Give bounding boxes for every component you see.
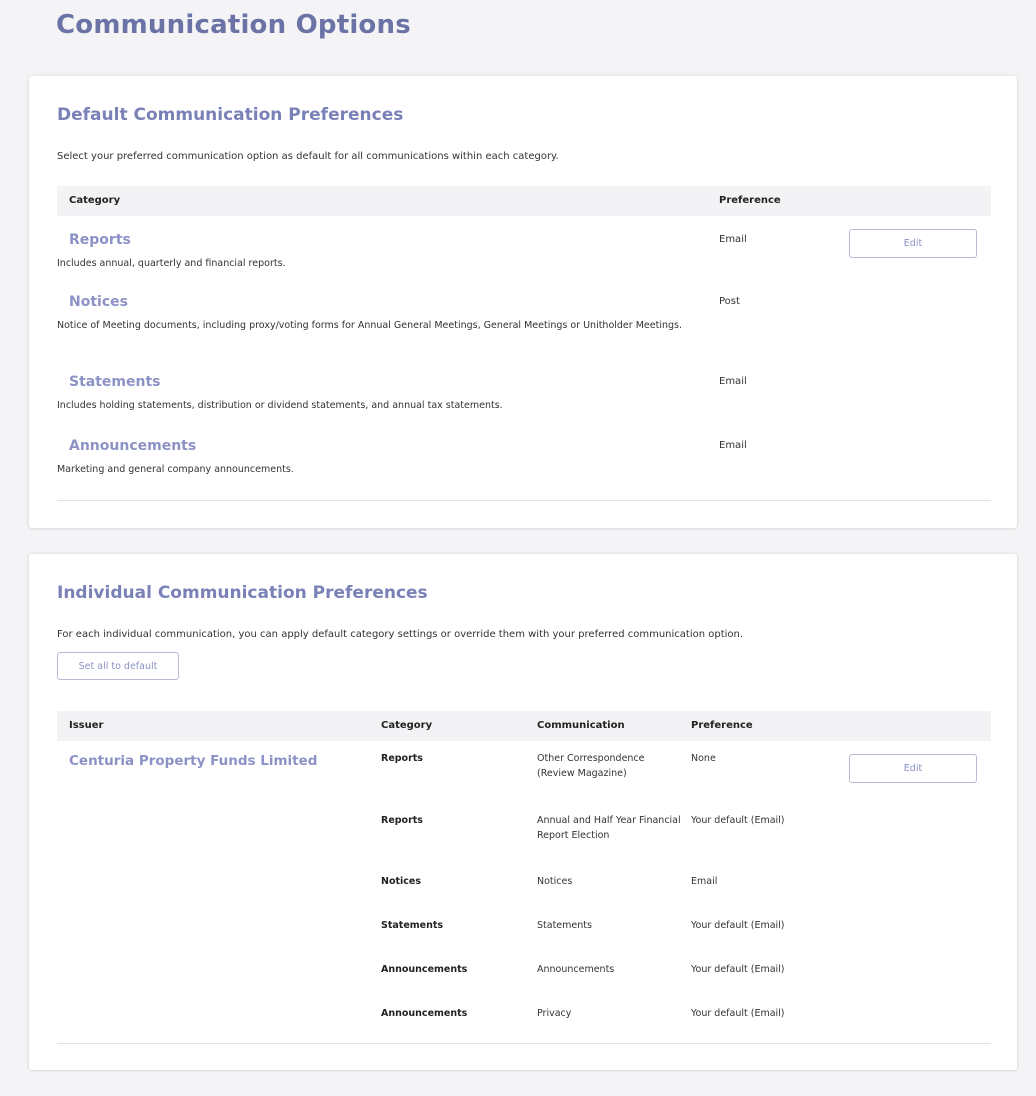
row-communication: Announcements (537, 964, 615, 975)
row-category: Announcements (381, 1008, 468, 1019)
row-category: Reports (381, 753, 423, 764)
row-category: Statements (381, 920, 444, 931)
individual-preferences-intro: For each individual communication, you c… (57, 629, 744, 640)
issuer-name[interactable]: Centuria Property Funds Limited (69, 753, 317, 769)
header-category: Category (69, 195, 121, 206)
row-category: Announcements (381, 964, 468, 975)
category-title-announcements[interactable]: Announcements (69, 438, 196, 454)
category-description-statements: Includes holding statements, distributio… (57, 400, 503, 411)
page-title: Communication Options (56, 10, 411, 40)
divider (57, 500, 991, 501)
row-preference: None (691, 753, 716, 764)
header-preference: Preference (719, 195, 781, 206)
row-communication: Annual and Half Year Financial Report El… (537, 815, 681, 841)
default-preferences-title: Default Communication Preferences (57, 105, 404, 125)
category-title-notices[interactable]: Notices (69, 294, 128, 310)
row-preference: Email (691, 876, 718, 887)
row-preference: Your default (Email) (691, 920, 785, 931)
default-preferences-intro: Select your preferred communication opti… (57, 151, 559, 162)
preference-value-reports: Email (719, 234, 747, 245)
row-category: Notices (381, 876, 422, 887)
row-preference: Your default (Email) (691, 815, 785, 826)
category-description-reports: Includes annual, quarterly and financial… (57, 258, 286, 269)
preference-value-notices: Post (719, 296, 740, 307)
header-preference: Preference (691, 720, 753, 731)
individual-table-header: Issuer Category Communication Preference (57, 711, 991, 741)
individual-preferences-title: Individual Communication Preferences (57, 583, 428, 603)
set-all-to-default-button[interactable]: Set all to default (57, 652, 179, 680)
category-description-notices: Notice of Meeting documents, including p… (57, 320, 682, 331)
row-communication: Notices (537, 876, 573, 887)
header-communication: Communication (537, 720, 625, 731)
category-description-announcements: Marketing and general company announceme… (57, 464, 294, 475)
row-category: Reports (381, 815, 423, 826)
category-title-reports[interactable]: Reports (69, 232, 131, 248)
preference-value-statements: Email (719, 376, 747, 387)
default-table-header: Category Preference (57, 186, 991, 216)
header-issuer: Issuer (69, 720, 104, 731)
preference-value-announcements: Email (719, 440, 747, 451)
edit-default-preferences-button[interactable]: Edit (849, 229, 977, 258)
row-communication: Privacy (537, 1008, 572, 1019)
header-category: Category (381, 720, 433, 731)
edit-individual-preferences-button[interactable]: Edit (849, 754, 977, 783)
row-communication: Other Correspondence (Review Magazine) (537, 753, 645, 779)
divider (57, 1043, 991, 1044)
default-preferences-card: Default Communication Preferences Select… (29, 76, 1017, 528)
row-preference: Your default (Email) (691, 964, 785, 975)
individual-preferences-card: Individual Communication Preferences For… (29, 554, 1017, 1070)
category-title-statements[interactable]: Statements (69, 374, 161, 390)
row-communication: Statements (537, 920, 592, 931)
row-preference: Your default (Email) (691, 1008, 785, 1019)
